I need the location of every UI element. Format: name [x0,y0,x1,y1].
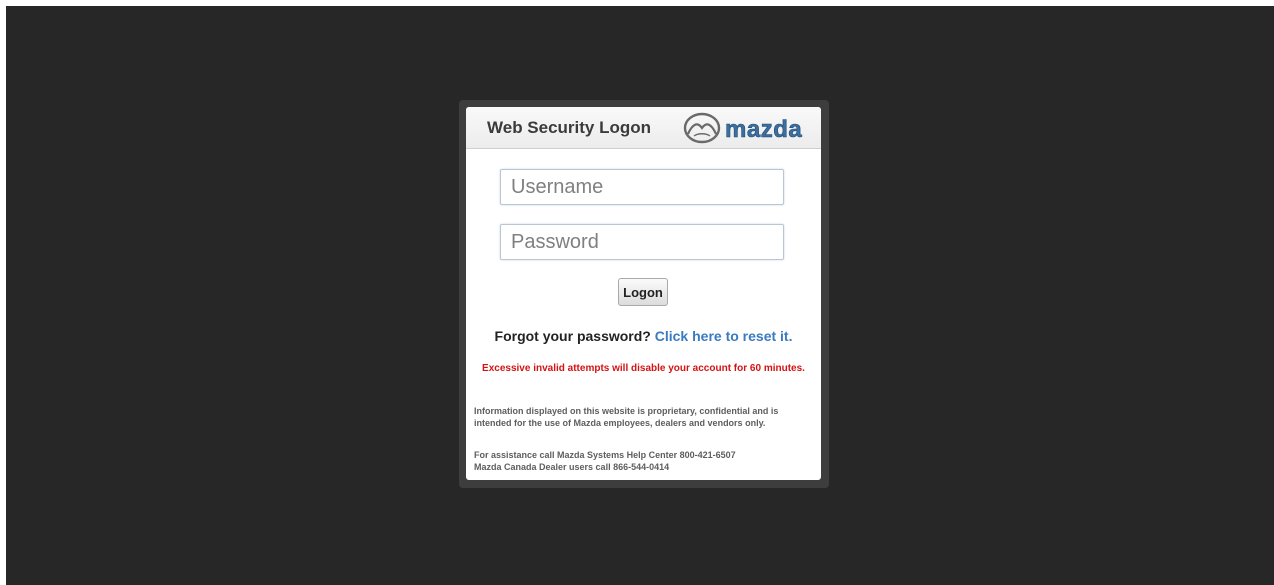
disclaimer-line-2: intended for the use of Mazda employees,… [474,418,766,428]
mazda-emblem-icon [683,112,721,144]
page-background: Web Security Logon mazda Logon F [6,6,1274,585]
logon-panel: Web Security Logon mazda Logon F [466,107,821,480]
logon-button[interactable]: Logon [618,278,668,306]
support-line-2: Mazda Canada Dealer users call 866-544-0… [474,462,670,472]
support-line-1: For assistance call Mazda Systems Help C… [474,450,736,460]
page-title: Web Security Logon [487,118,652,137]
mazda-wordmark: mazda [725,116,802,143]
forgot-password-prompt: Forgot your password? [494,328,651,344]
forgot-password-line: Forgot your password? Click here to rese… [466,328,821,344]
mazda-logo: mazda [682,112,814,144]
disclaimer-line-1: Information displayed on this website is… [474,406,779,416]
support-contact-text: For assistance call Mazda Systems Help C… [474,449,819,473]
logon-dialog-frame: Web Security Logon mazda Logon F [459,100,829,488]
panel-header: Web Security Logon mazda [466,107,821,149]
reset-password-link[interactable]: Click here to reset it. [655,328,793,344]
disclaimer-text: Information displayed on this website is… [474,405,819,429]
lockout-warning: Excessive invalid attempts will disable … [482,363,805,374]
password-input[interactable] [500,224,784,260]
username-input[interactable] [500,169,784,205]
